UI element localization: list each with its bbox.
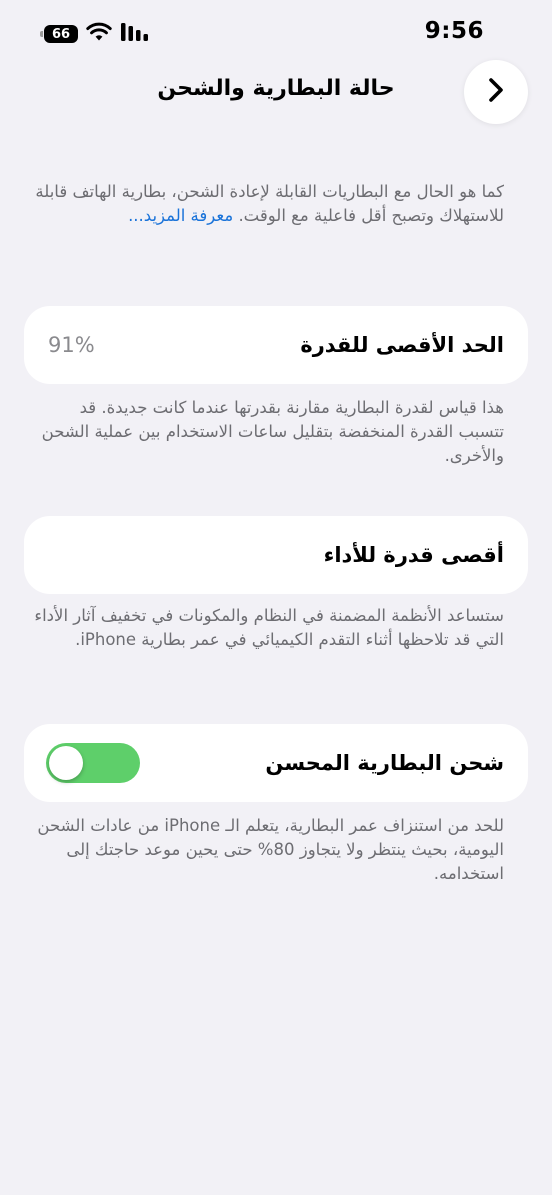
status-icons: 66 (40, 22, 150, 46)
max-capacity-value: 91% (48, 333, 95, 357)
learn-more-link[interactable]: معرفة المزيد... (128, 206, 233, 225)
wifi-icon (86, 22, 112, 46)
max-capacity-label: الحد الأقصى للقدرة (300, 333, 504, 357)
back-button[interactable] (464, 60, 528, 124)
peak-performance-row[interactable]: أقصى قدرة للأداء (24, 516, 528, 594)
intro-text: كما هو الحال مع البطاريات القابلة لإعادة… (35, 182, 504, 225)
optimized-charging-row: شحن البطارية المحسن (24, 724, 528, 802)
status-time: 9:56 (424, 18, 484, 44)
battery-level: 66 (51, 26, 71, 42)
max-capacity-description: هذا قياس لقدرة البطارية مقارنة بقدرتها ع… (41, 398, 504, 465)
optimized-charging-label: شحن البطارية المحسن (265, 751, 504, 775)
signal-icon (120, 22, 150, 46)
intro-description: كما هو الحال مع البطاريات القابلة لإعادة… (34, 180, 504, 228)
chevron-right-icon (486, 77, 506, 107)
toggle-knob (49, 746, 83, 780)
max-capacity-row: الحد الأقصى للقدرة 91% (24, 306, 528, 384)
battery-icon: 66 (40, 25, 78, 43)
optimized-charging-toggle[interactable] (46, 743, 140, 783)
nav-bar: حالة البطارية والشحن (0, 60, 552, 126)
peak-performance-label: أقصى قدرة للأداء (323, 543, 504, 567)
peak-performance-description: ستساعد الأنظمة المضمنة في النظام والمكون… (34, 606, 504, 649)
optimized-charging-description: للحد من استنزاف عمر البطارية، يتعلم الـ … (37, 816, 504, 883)
status-bar: 66 9:56 (0, 0, 552, 66)
